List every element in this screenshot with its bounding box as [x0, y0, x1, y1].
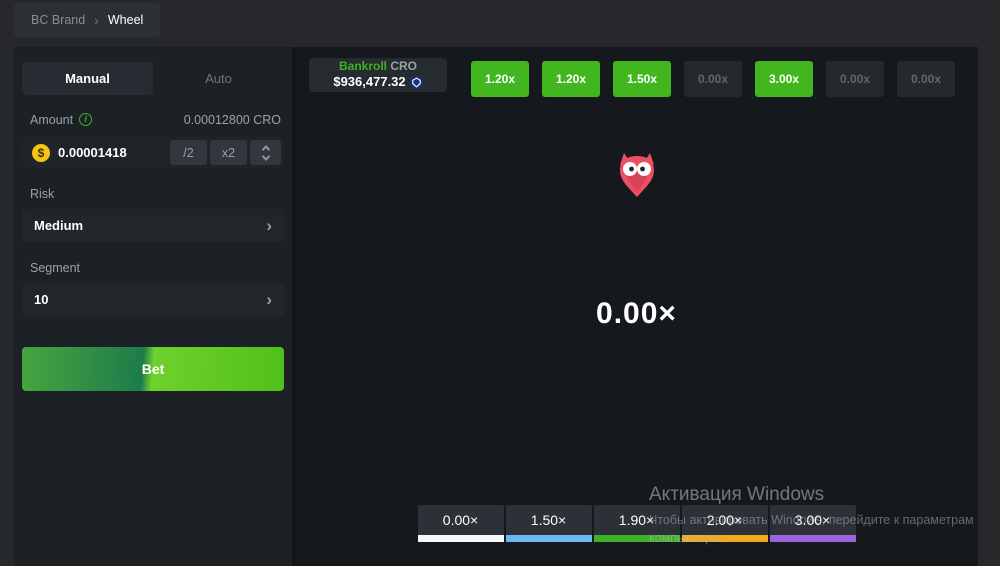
owl-mascot-icon — [617, 152, 657, 198]
bankroll-value: $936,477.32 — [333, 74, 405, 90]
bankroll-amount: $936,477.32 — [333, 74, 422, 90]
amount-row: Amount i 0.00012800 CRO — [22, 112, 284, 127]
legend-cell: 2.00× — [682, 505, 768, 542]
legend-color-bar — [594, 535, 680, 542]
tab-auto[interactable]: Auto — [153, 62, 284, 95]
tab-manual[interactable]: Manual — [22, 62, 153, 95]
legend-label: 1.90× — [594, 505, 680, 535]
legend-color-bar — [770, 535, 856, 542]
legend-color-bar — [506, 535, 592, 542]
result-multiplier: 0.00× — [295, 297, 978, 331]
bankroll-box: Bankroll CRO $936,477.32 — [309, 58, 447, 92]
amount-label: Amount i — [30, 113, 92, 127]
watermark-title: Активация Windows — [649, 484, 974, 506]
amount-input[interactable]: $ 0.00001418 /2 x2 — [22, 137, 284, 168]
game-container: Manual Auto Amount i 0.00012800 CRO $ 0.… — [14, 47, 978, 566]
segment-value: 10 — [34, 292, 266, 307]
legend-label: 1.50× — [506, 505, 592, 535]
legend-cell: 3.00× — [770, 505, 856, 542]
game-area: Bankroll CRO $936,477.32 1.20x 1.20x 1.5… — [292, 47, 978, 566]
result-history: 1.20x 1.20x 1.50x 0.00x 3.00x 0.00x 0.00… — [471, 61, 955, 97]
legend-cell: 1.50× — [506, 505, 592, 542]
history-result-button[interactable]: 0.00x — [897, 61, 955, 97]
multiplier-legend: 0.00× 1.50× 1.90× 2.00× 3.00× — [418, 505, 856, 542]
legend-label: 3.00× — [770, 505, 856, 535]
bankroll-header: Bankroll CRO — [339, 59, 417, 74]
segment-label: Segment — [30, 261, 284, 276]
half-amount-button[interactable]: /2 — [170, 140, 207, 165]
history-result-button[interactable]: 0.00x — [684, 61, 742, 97]
amount-stepper[interactable] — [250, 140, 281, 165]
history-result-button[interactable]: 1.50x — [613, 61, 671, 97]
legend-label: 2.00× — [682, 505, 768, 535]
risk-select[interactable]: Medium › — [22, 209, 284, 242]
cro-coin-icon — [410, 76, 423, 89]
legend-color-bar — [682, 535, 768, 542]
breadcrumb-brand-link[interactable]: BC Brand — [31, 13, 85, 27]
risk-value: Medium — [34, 218, 266, 233]
history-result-button[interactable]: 0.00x — [826, 61, 884, 97]
balance-text: 0.00012800 CRO — [184, 113, 281, 127]
info-icon[interactable]: i — [79, 113, 92, 126]
breadcrumb-separator-icon: › — [94, 12, 99, 28]
breadcrumb: BC Brand › Wheel — [14, 3, 160, 37]
mode-tabs: Manual Auto — [22, 62, 284, 95]
legend-label: 0.00× — [418, 505, 504, 535]
bankroll-label: Bankroll — [339, 59, 387, 73]
top-strip: BC Brand › Wheel — [0, 0, 1000, 47]
amount-label-text: Amount — [30, 113, 73, 127]
history-result-button[interactable]: 3.00x — [755, 61, 813, 97]
bet-button[interactable]: Bet — [22, 347, 284, 391]
game-top-bar: Bankroll CRO $936,477.32 1.20x 1.20x 1.5… — [295, 47, 978, 97]
stepper-down-icon[interactable] — [261, 152, 269, 160]
segment-select[interactable]: 10 › — [22, 283, 284, 316]
bet-controls-sidebar: Manual Auto Amount i 0.00012800 CRO $ 0.… — [14, 47, 292, 566]
dollar-coin-icon: $ — [32, 144, 50, 162]
legend-cell: 1.90× — [594, 505, 680, 542]
legend-cell: 0.00× — [418, 505, 504, 542]
amount-value[interactable]: 0.00001418 — [58, 145, 167, 160]
chevron-right-icon: › — [266, 290, 272, 310]
history-result-button[interactable]: 1.20x — [542, 61, 600, 97]
chevron-right-icon: › — [266, 216, 272, 236]
bankroll-currency: CRO — [390, 59, 417, 73]
history-result-button[interactable]: 1.20x — [471, 61, 529, 97]
risk-label: Risk — [30, 187, 284, 202]
double-amount-button[interactable]: x2 — [210, 140, 247, 165]
breadcrumb-current-page: Wheel — [108, 13, 143, 27]
legend-color-bar — [418, 535, 504, 542]
